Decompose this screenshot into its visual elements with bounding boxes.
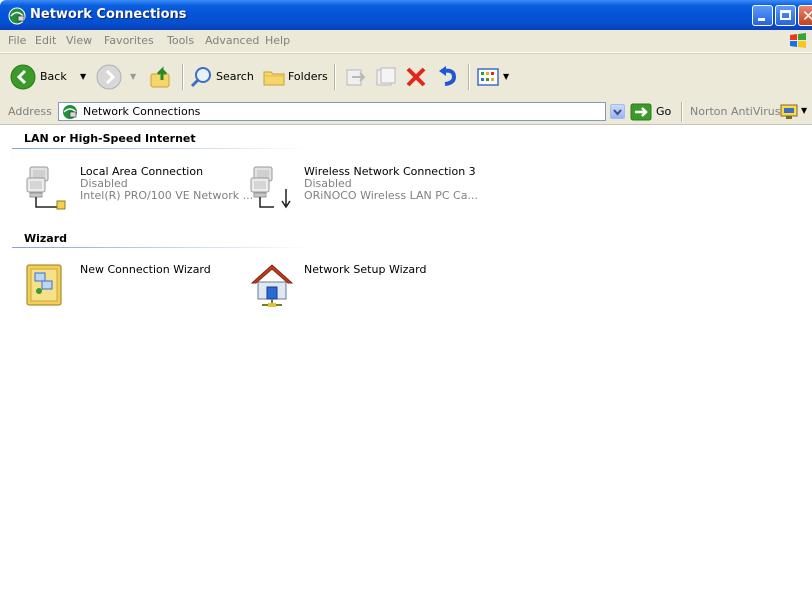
- delete-x-icon: [406, 67, 426, 87]
- wireless-connection-item[interactable]: Wireless Network Connection 3 Disabled O…: [248, 163, 478, 223]
- item-name: Network Setup Wizard: [304, 263, 427, 276]
- address-separator: [681, 102, 683, 122]
- norton-antivirus-icon[interactable]: [780, 103, 798, 124]
- folders-label: Folders: [288, 70, 328, 83]
- folders-icon: [263, 71, 285, 86]
- new-connection-wizard-icon: [24, 261, 74, 314]
- back-label: Back: [40, 70, 67, 83]
- copy-to-button[interactable]: [374, 63, 400, 91]
- minimize-button[interactable]: [752, 5, 773, 26]
- menu-bar: File Edit View Favorites Tools Advanced …: [0, 30, 812, 53]
- undo-icon: [439, 66, 457, 86]
- chevron-down-icon: [613, 109, 622, 116]
- menu-favorites[interactable]: Favorites: [104, 34, 154, 47]
- network-connections-icon: [62, 104, 78, 123]
- address-dropdown-button[interactable]: [610, 104, 625, 119]
- group-header-wizard: Wizard: [24, 232, 68, 245]
- content-area: LAN or High-Speed Internet Local Area Co…: [0, 125, 812, 613]
- toolbar: Back ▼ ▼ Search Folders ▼: [0, 53, 812, 101]
- network-setup-wizard-icon: [248, 261, 298, 314]
- lan-connection-icon: [24, 163, 74, 216]
- folder-up-icon: [150, 66, 170, 88]
- up-button[interactable]: [146, 63, 176, 91]
- maximize-icon: [780, 10, 791, 20]
- minimize-icon: [758, 18, 765, 21]
- undo-button[interactable]: [436, 63, 462, 91]
- address-label: Address: [8, 105, 52, 118]
- views-icon: [477, 68, 499, 86]
- close-button[interactable]: ✕: [798, 5, 812, 26]
- address-input[interactable]: Network Connections: [58, 102, 606, 121]
- windows-logo-icon: [788, 32, 808, 53]
- search-button[interactable]: Search: [190, 63, 258, 91]
- group-divider: [12, 148, 312, 149]
- address-bar: Address Network Connections Go Norton An…: [0, 100, 812, 125]
- close-icon: ✕: [802, 7, 812, 25]
- move-to-button[interactable]: [344, 63, 370, 91]
- network-connections-icon: [8, 7, 26, 28]
- views-dropdown-icon[interactable]: ▼: [503, 72, 509, 81]
- maximize-button[interactable]: [775, 5, 796, 26]
- toolbar-separator: [334, 64, 336, 90]
- menu-tools[interactable]: Tools: [167, 34, 194, 47]
- search-label: Search: [216, 70, 254, 83]
- item-device: Intel(R) PRO/100 VE Network ...: [80, 189, 254, 202]
- folders-button[interactable]: Folders: [262, 63, 328, 91]
- forward-dropdown-icon[interactable]: ▼: [130, 72, 136, 81]
- back-button[interactable]: Back ▼: [10, 63, 100, 91]
- forward-arrow-icon: [96, 64, 122, 90]
- go-label[interactable]: Go: [656, 105, 671, 118]
- delete-button[interactable]: [404, 63, 430, 91]
- views-button[interactable]: ▼: [476, 63, 516, 91]
- move-to-icon: [346, 69, 366, 86]
- local-area-connection-item[interactable]: Local Area Connection Disabled Intel(R) …: [24, 163, 253, 223]
- go-button[interactable]: [630, 103, 652, 124]
- toolbar-separator: [182, 64, 184, 90]
- back-arrow-icon: [10, 64, 36, 90]
- group-header-lan: LAN or High-Speed Internet: [24, 132, 196, 145]
- menu-help[interactable]: Help: [265, 34, 290, 47]
- item-name: New Connection Wizard: [80, 263, 211, 276]
- toolbar-separator: [468, 64, 470, 90]
- group-divider: [12, 247, 312, 248]
- norton-dropdown-icon[interactable]: ▼: [801, 106, 807, 115]
- copy-to-icon: [376, 67, 396, 86]
- title-bar[interactable]: Network Connections ✕: [0, 0, 812, 30]
- search-icon: [190, 67, 211, 88]
- forward-button[interactable]: ▼: [96, 63, 146, 91]
- norton-antivirus-label[interactable]: Norton AntiVirus: [690, 105, 780, 118]
- address-value: Network Connections: [83, 105, 201, 118]
- go-arrow-icon: [630, 103, 652, 121]
- window-title: Network Connections: [30, 7, 187, 22]
- menu-view[interactable]: View: [66, 34, 92, 47]
- new-connection-wizard-item[interactable]: New Connection Wizard: [24, 261, 244, 321]
- network-setup-wizard-item[interactable]: Network Setup Wizard: [248, 261, 468, 321]
- menu-advanced[interactable]: Advanced: [205, 34, 259, 47]
- back-dropdown-icon[interactable]: ▼: [80, 72, 86, 81]
- wireless-connection-icon: [248, 163, 298, 216]
- item-device: ORiNOCO Wireless LAN PC Ca...: [304, 189, 478, 202]
- menu-file[interactable]: File: [8, 34, 26, 47]
- menu-edit[interactable]: Edit: [35, 34, 56, 47]
